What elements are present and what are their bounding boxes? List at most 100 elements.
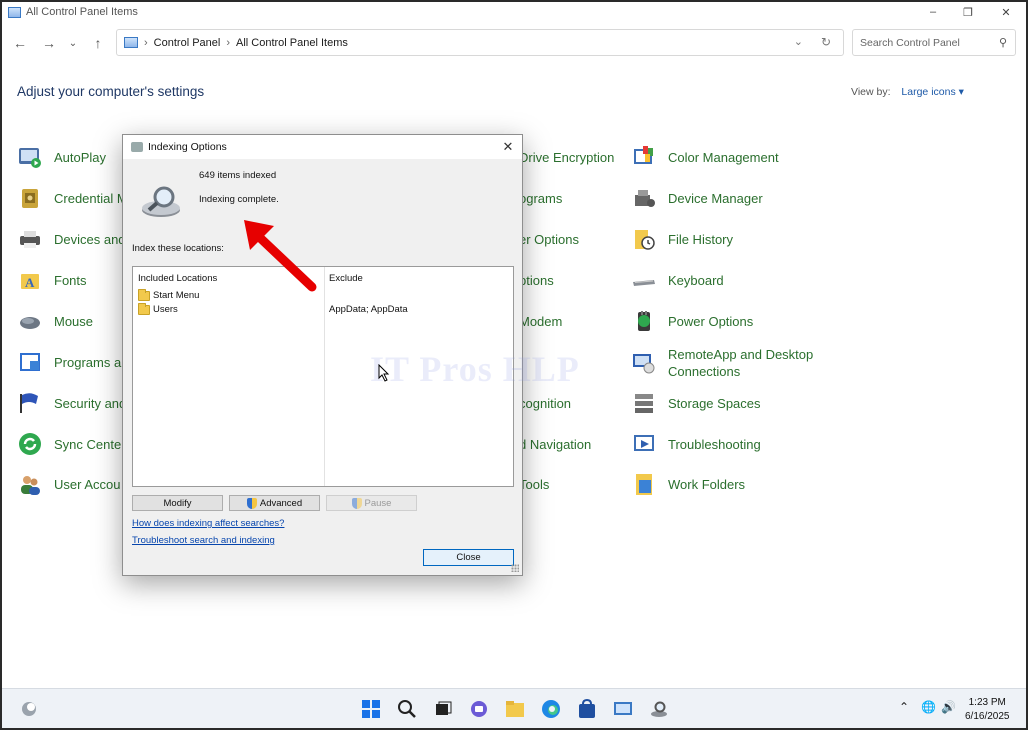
edge-icon[interactable]: [540, 698, 562, 720]
pause-button[interactable]: Pause: [326, 495, 417, 511]
indexing-icon: [131, 142, 143, 152]
maximize-button[interactable]: ❐: [949, 2, 987, 22]
view-by-dropdown[interactable]: Large icons ▾: [901, 86, 964, 98]
item-phone-and-modem[interactable]: Modem: [519, 306, 562, 336]
item-label: RemoteApp and Desktop: [668, 347, 814, 362]
advanced-button[interactable]: Advanced: [229, 495, 320, 511]
fonts-folder-icon: A: [18, 268, 42, 292]
page-heading: Adjust your computer's settings: [17, 84, 205, 99]
item-speech-recognition[interactable]: cognition: [519, 388, 571, 418]
item-work-folders[interactable]: Work Folders: [632, 469, 745, 499]
store-icon[interactable]: [576, 698, 598, 720]
control-panel-icon: [124, 37, 138, 48]
item-label-group: RemoteApp and Desktop Connections: [668, 346, 813, 380]
chat-icon[interactable]: [468, 698, 490, 720]
location-row[interactable]: Start Menu: [138, 288, 199, 302]
dialog-close-icon[interactable]: ✕: [500, 139, 516, 155]
item-explorer-options[interactable]: er Options: [519, 224, 579, 254]
item-power-options[interactable]: Power Options: [632, 306, 753, 336]
item-label: Tools: [519, 476, 550, 492]
item-label: d Navigation: [519, 436, 592, 452]
search-icon[interactable]: [396, 698, 418, 720]
start-icon[interactable]: [360, 698, 382, 720]
close-window-button[interactable]: ✕: [987, 2, 1025, 22]
search-input[interactable]: Search Control Panel ⚲: [852, 29, 1016, 56]
resize-grip[interactable]: [511, 564, 519, 572]
item-label: Credential M: [54, 190, 128, 206]
item-label: Programs ar: [54, 354, 126, 370]
item-credential-manager[interactable]: Credential M: [18, 183, 128, 213]
item-devices-and-printers[interactable]: Devices and: [18, 224, 126, 254]
folder-icon: [138, 302, 150, 315]
item-label: Work Folders: [668, 476, 746, 492]
network-icon[interactable]: 🌐: [921, 700, 936, 714]
item-internet-options[interactable]: ptions: [519, 265, 554, 295]
explorer-window: All Control Panel Items – ❐ ✕ ← → ⌄ ↑ › …: [0, 0, 1028, 730]
item-label: Fonts: [54, 272, 87, 288]
location-exclude: AppData; AppData: [329, 304, 408, 315]
item-label: Device Manager: [668, 190, 763, 206]
item-fonts[interactable]: A Fonts: [18, 265, 87, 295]
column-header-included[interactable]: Included Locations: [138, 273, 217, 284]
refresh-icon[interactable]: ↻: [821, 35, 831, 49]
item-label: ptions: [519, 272, 554, 288]
item-windows-tools[interactable]: Tools: [519, 469, 549, 499]
window-title: All Control Panel Items: [26, 6, 138, 18]
item-label: Troubleshooting: [668, 436, 761, 452]
uac-shield-icon: [246, 497, 257, 509]
file-explorer-icon[interactable]: [504, 698, 526, 720]
modify-button[interactable]: Modify: [132, 495, 223, 511]
item-programs-and-features[interactable]: Programs ar: [18, 347, 126, 377]
advanced-label: Advanced: [259, 497, 303, 509]
troubleshoot-link[interactable]: Troubleshoot search and indexing: [132, 535, 275, 546]
item-security-and-maintenance[interactable]: Security and: [18, 388, 126, 418]
item-device-manager[interactable]: Device Manager: [632, 183, 763, 213]
task-view-icon[interactable]: [432, 698, 454, 720]
indexing-help-link[interactable]: How does indexing affect searches?: [132, 518, 284, 529]
item-file-history[interactable]: File History: [632, 224, 733, 254]
svg-text:A: A: [25, 275, 35, 290]
item-storage-spaces[interactable]: Storage Spaces: [632, 388, 761, 418]
back-button[interactable]: ←: [9, 28, 31, 58]
item-label: AutoPlay: [54, 149, 107, 165]
item-remoteapp-and-desktop-connections[interactable]: RemoteApp and Desktop Connections: [632, 346, 813, 380]
item-autoplay[interactable]: AutoPlay: [18, 142, 106, 172]
column-header-exclude[interactable]: Exclude: [329, 273, 363, 284]
close-button[interactable]: Close: [423, 549, 514, 566]
item-keyboard[interactable]: Keyboard: [632, 265, 724, 295]
volume-icon[interactable]: 🔊: [941, 700, 956, 714]
indexing-taskbar-icon[interactable]: [648, 698, 670, 720]
chevron-down-icon[interactable]: ⌄: [794, 35, 803, 48]
clock-time: 1:23 PM: [968, 697, 1006, 708]
weather-icon[interactable]: [18, 698, 40, 720]
clock[interactable]: 1:23 PM 6/16/2025: [965, 696, 1010, 724]
item-bitlocker-drive-encryption[interactable]: Drive Encryption: [519, 142, 614, 172]
minimize-button[interactable]: –: [914, 2, 952, 22]
item-user-accounts[interactable]: User Accou: [18, 469, 120, 499]
up-button[interactable]: ↑: [87, 28, 109, 58]
item-label: Storage Spaces: [668, 395, 761, 411]
recent-locations-button[interactable]: ⌄: [62, 28, 84, 58]
item-sync-center[interactable]: Sync Center: [18, 429, 126, 459]
breadcrumb-root[interactable]: Control Panel: [154, 37, 221, 49]
view-by-label: View by:: [851, 86, 891, 98]
view-by-value: Large icons: [901, 86, 956, 98]
autoplay-icon: [18, 145, 42, 169]
work-folders-icon: [632, 472, 656, 496]
item-color-management[interactable]: Color Management: [632, 142, 779, 172]
forward-button[interactable]: →: [38, 28, 60, 58]
item-default-programs[interactable]: ograms: [519, 183, 562, 213]
item-mouse[interactable]: Mouse: [18, 306, 93, 336]
address-bar[interactable]: › Control Panel › All Control Panel Item…: [116, 29, 844, 56]
chevron-up-icon[interactable]: ⌃: [899, 700, 909, 714]
location-row[interactable]: Users: [138, 302, 178, 316]
indexing-status: Indexing complete.: [199, 194, 279, 205]
breadcrumb-current[interactable]: All Control Panel Items: [236, 37, 348, 49]
control-panel-taskbar-icon[interactable]: [612, 698, 634, 720]
item-label: er Options: [519, 231, 579, 247]
address-row: ← → ⌄ ↑ › Control Panel › All Control Pa…: [2, 28, 1026, 58]
item-label: File History: [668, 231, 734, 247]
item-troubleshooting[interactable]: Troubleshooting: [632, 429, 761, 459]
item-taskbar-and-navigation[interactable]: d Navigation: [519, 429, 591, 459]
color-management-icon: [632, 145, 656, 169]
